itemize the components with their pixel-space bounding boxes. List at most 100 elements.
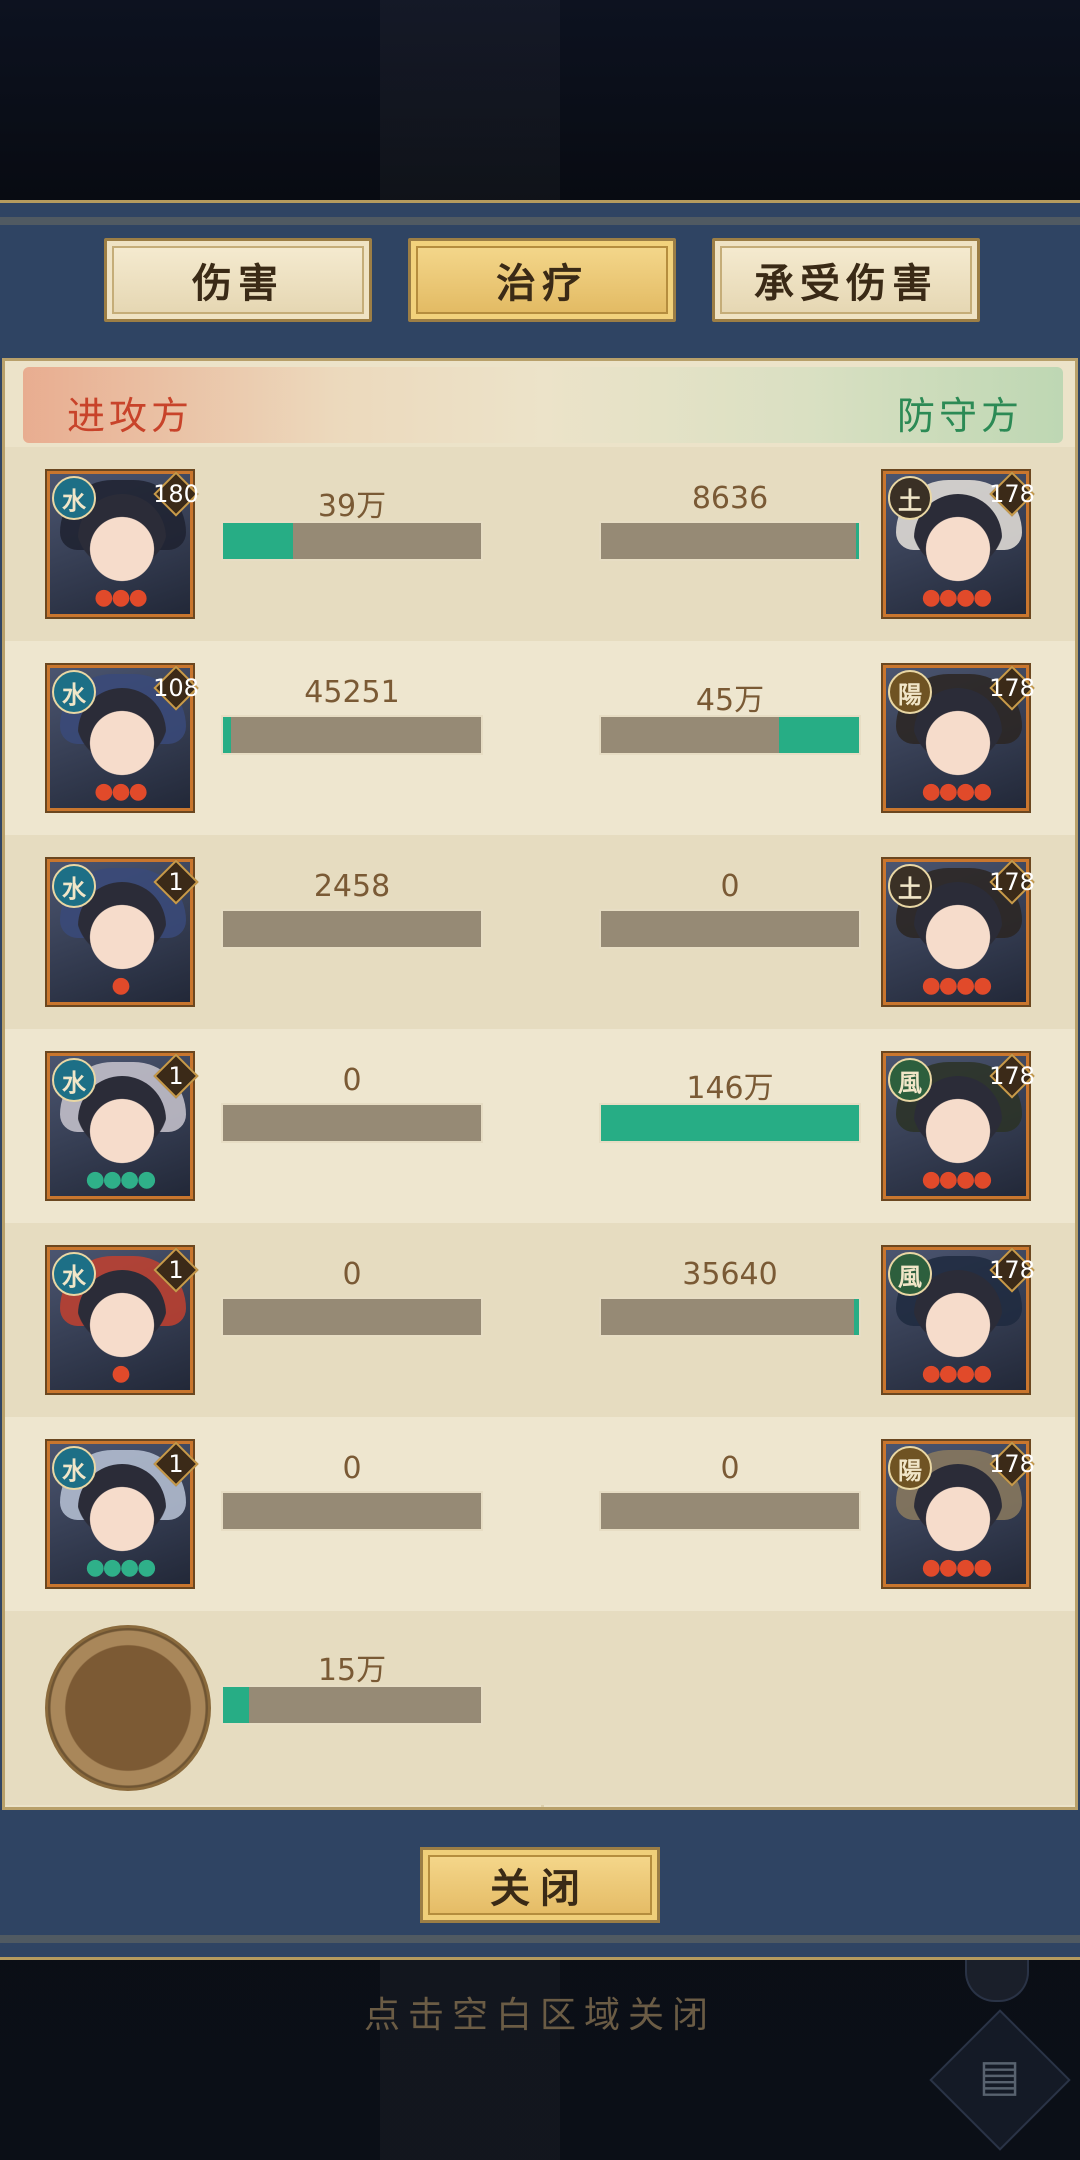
- stat-bar: [221, 909, 483, 949]
- element-icon: 陽: [888, 1446, 932, 1490]
- stat-left: 45251: [221, 675, 483, 755]
- stat-bar-fill: [856, 523, 859, 559]
- stat-value: 0: [342, 1451, 362, 1486]
- element-icon: 水: [52, 1252, 96, 1296]
- tap-blank-to-close-hint[interactable]: 点击空白区域关闭: [0, 1986, 1080, 2038]
- star-rating: ●: [111, 1361, 130, 1386]
- hero-portrait[interactable]: 風 178 ●●●●: [883, 1247, 1035, 1393]
- star-rating: ●●●●: [85, 1167, 157, 1192]
- element-icon: 陽: [888, 670, 932, 714]
- stat-value: 39万: [317, 489, 387, 524]
- star-rating: ●●●●: [921, 973, 993, 998]
- battle-stats-panel: 伤害 治疗 承受伤害 进攻方 防守方 水 180 ●●● 39万 土 178 ●…: [0, 200, 1080, 1960]
- stat-left: 0: [221, 1451, 483, 1531]
- hero-level-badge: 178: [989, 1444, 1035, 1484]
- hero-portrait[interactable]: 陽 178 ●●●●: [883, 1441, 1035, 1587]
- hero-level-badge: 1: [156, 862, 196, 902]
- stat-bar-fill: [853, 1299, 859, 1335]
- stat-bar: [599, 521, 861, 561]
- hero-row: 水 108 ●●● 45251 陽 178 ●●●● 45万: [5, 641, 1075, 835]
- hero-level-badge: 178: [989, 1056, 1035, 1096]
- star-rating: ●●●●: [921, 1555, 993, 1580]
- star-rating: ●●●●: [921, 1361, 993, 1386]
- hero-level-badge: 1: [156, 1444, 196, 1484]
- tab-damage[interactable]: 伤害: [104, 238, 372, 322]
- hero-level-badge: 178: [989, 474, 1035, 514]
- stat-right: 0: [599, 1451, 861, 1531]
- stat-value: 35640: [682, 1257, 778, 1292]
- hero-rows: 水 180 ●●● 39万 土 178 ●●●● 8636 水 108 ●●● …: [5, 447, 1075, 1805]
- element-icon: 水: [52, 1446, 96, 1490]
- pet-portrait[interactable]: [45, 1625, 211, 1791]
- stat-bar: [599, 909, 861, 949]
- hero-level-badge: 108: [153, 668, 199, 708]
- hero-row: 水 1 ●●●● 0 風 178 ●●●● 146万: [5, 1029, 1075, 1223]
- element-icon: 土: [888, 864, 932, 908]
- stat-left: 2458: [221, 869, 483, 949]
- star-rating: ●●●●: [921, 1167, 993, 1192]
- stat-bar: [221, 1685, 483, 1725]
- hero-row: 水 1 ● 0 風 178 ●●●● 35640: [5, 1223, 1075, 1417]
- hero-portrait[interactable]: 陽 178 ●●●●: [883, 665, 1035, 811]
- stat-bar-fill: [223, 1687, 249, 1723]
- stat-value: 0: [720, 1451, 740, 1486]
- hero-level-badge: 178: [989, 1250, 1035, 1290]
- hero-portrait[interactable]: 水 1 ●: [47, 859, 193, 1005]
- stat-bar: [221, 1103, 483, 1143]
- stat-bar-fill: [601, 1105, 859, 1141]
- hero-portrait[interactable]: 土 178 ●●●●: [883, 471, 1035, 617]
- stat-right: 0: [599, 869, 861, 949]
- stat-bar: [599, 1297, 861, 1337]
- stat-bar: [221, 1297, 483, 1337]
- hero-portrait[interactable]: 水 1 ●●●●: [47, 1441, 193, 1587]
- hero-portrait[interactable]: 土 178 ●●●●: [883, 859, 1035, 1005]
- stat-value: 0: [342, 1063, 362, 1098]
- stat-value: 45万: [695, 683, 765, 718]
- hero-portrait[interactable]: 水 1 ●●●●: [47, 1053, 193, 1199]
- stats-content: 进攻方 防守方 水 180 ●●● 39万 土 178 ●●●● 8636 水 …: [2, 358, 1078, 1810]
- stat-bar-fill: [779, 717, 859, 753]
- close-button[interactable]: 关闭: [420, 1847, 660, 1923]
- stat-bar: [221, 1491, 483, 1531]
- hero-portrait[interactable]: 風 178 ●●●●: [883, 1053, 1035, 1199]
- hero-row: 水 180 ●●● 39万 土 178 ●●●● 8636: [5, 447, 1075, 641]
- stat-value: 2458: [313, 869, 391, 904]
- element-icon: 水: [52, 670, 96, 714]
- stat-left: 39万: [221, 481, 483, 561]
- tab-damage-taken[interactable]: 承受伤害: [712, 238, 980, 322]
- hero-portrait[interactable]: 水 108 ●●●: [47, 665, 199, 811]
- stat-left: 15万: [221, 1645, 483, 1725]
- pet-row: 15万: [5, 1611, 1075, 1805]
- hero-level-badge: 1: [156, 1056, 196, 1096]
- defender-label: 防守方: [896, 394, 1023, 438]
- stat-bar: [599, 715, 861, 755]
- stat-left: 0: [221, 1257, 483, 1337]
- star-rating: ●●●●: [921, 779, 993, 804]
- stat-value: 146万: [686, 1071, 774, 1106]
- hero-portrait[interactable]: 水 180 ●●●: [47, 471, 199, 617]
- hero-level-badge: 180: [153, 474, 199, 514]
- stat-bar: [221, 715, 483, 755]
- stat-bar: [599, 1491, 861, 1531]
- stat-right: 35640: [599, 1257, 861, 1337]
- stat-bar: [599, 1103, 861, 1143]
- element-icon: 水: [52, 864, 96, 908]
- hero-row: 水 1 ● 2458 土 178 ●●●● 0: [5, 835, 1075, 1029]
- element-icon: 土: [888, 476, 932, 520]
- side-header: 进攻方 防守方: [23, 367, 1063, 443]
- hero-level-badge: 178: [989, 862, 1035, 902]
- stat-right: 8636: [599, 481, 861, 561]
- element-icon: 水: [52, 476, 96, 520]
- star-rating: ●●●●: [921, 585, 993, 610]
- stat-value: 15万: [317, 1653, 387, 1688]
- hero-portrait[interactable]: 水 1 ●: [47, 1247, 193, 1393]
- attacker-label: 进攻方: [67, 394, 194, 438]
- element-icon: 風: [888, 1058, 932, 1102]
- star-rating: ●: [111, 973, 130, 998]
- stat-bar-fill: [223, 717, 231, 753]
- stat-right: 146万: [599, 1063, 861, 1143]
- hero-level-badge: 1: [156, 1250, 196, 1290]
- tab-healing[interactable]: 治疗: [408, 238, 676, 322]
- hero-row: 水 1 ●●●● 0 陽 178 ●●●● 0: [5, 1417, 1075, 1611]
- star-rating: ●●●: [94, 779, 148, 804]
